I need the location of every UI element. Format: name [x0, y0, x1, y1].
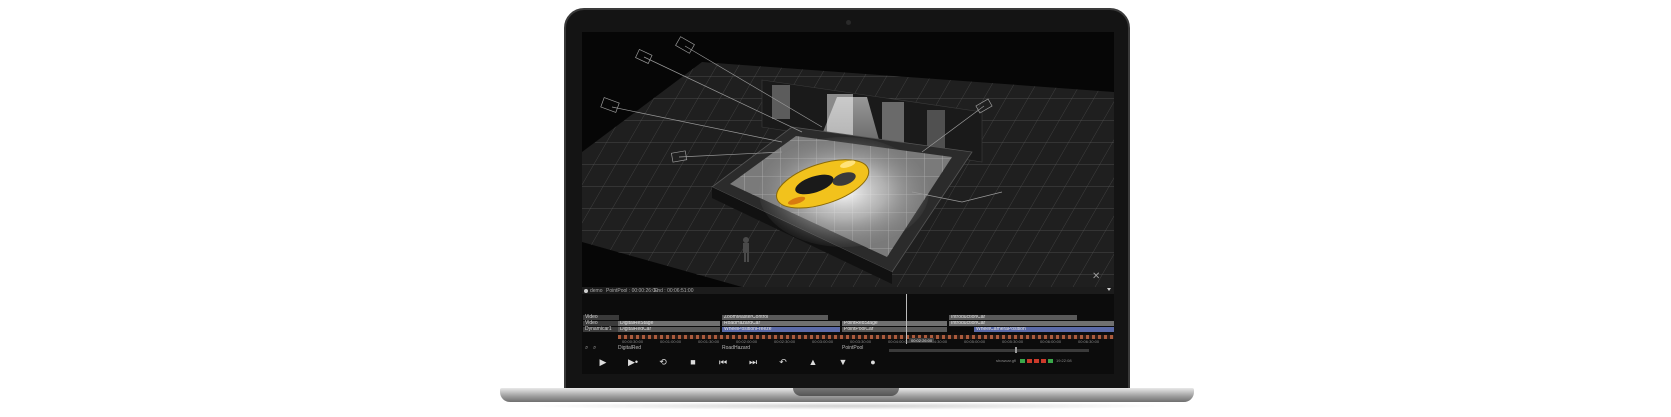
timeline-panel: demo PointPool : 00:00:26:00 End : 00:06… — [582, 287, 1114, 374]
ruler-tick: 00:04:00:00 — [888, 339, 910, 344]
clip[interactable]: ZoomMasterControl — [722, 315, 828, 320]
ruler-tick: 00:03:30:00 — [850, 339, 872, 344]
record-icon[interactable]: ● — [866, 355, 880, 369]
file-name: showcar.gfl — [996, 358, 1017, 363]
scene-render — [582, 32, 1114, 287]
clip[interactable]: PointPoolCar — [842, 327, 947, 332]
play-icon[interactable]: ▶ — [596, 355, 610, 369]
timeline-position: PointPool : 00:00:26:00 — [606, 287, 658, 294]
clip[interactable]: RoadHazardCar — [722, 321, 840, 326]
clip[interactable]: IntroductionCar — [949, 321, 1114, 326]
ruler-tick: 00:02:00:00 — [736, 339, 758, 344]
timeline-end: End : 00:06:51:00 — [654, 287, 694, 294]
status-indicator — [1020, 359, 1025, 363]
timeline-name: demo — [590, 287, 603, 294]
ruler-tick: 00:00:30:00 — [622, 339, 644, 344]
ruler-tick: 00:02:30:00 — [774, 339, 796, 344]
next-icon[interactable]: ⏭ — [746, 355, 760, 369]
camera-icon — [846, 20, 851, 25]
status-indicator — [1034, 359, 1039, 363]
zoom-in-icon[interactable]: ⌕ — [585, 345, 588, 352]
3d-viewport[interactable]: ✕ — [582, 32, 1114, 287]
ruler-tick: 00:05:30:00 — [1002, 339, 1024, 344]
clip[interactable]: PointRedStage — [842, 321, 947, 326]
ruler-tick: 00:05:00:00 — [964, 339, 986, 344]
status-indicator — [1027, 359, 1032, 363]
previous-icon[interactable]: ⏮ — [716, 355, 730, 369]
ruler-tick: 00:06:30:00 — [1078, 339, 1100, 344]
timeline-status-icon — [584, 288, 588, 293]
clock: 19:22:08 — [1056, 358, 1072, 363]
collapse-icon[interactable] — [1107, 288, 1111, 291]
status-indicator — [1048, 359, 1053, 363]
stop-icon[interactable]: ■ — [686, 355, 700, 369]
cue-label: DigitalRed — [618, 345, 642, 351]
clip[interactable]: WheelPositionFreeze — [722, 327, 840, 332]
play-to-next-icon[interactable]: ▶• — [626, 355, 640, 369]
timeline-header: demo PointPool : 00:00:26:00 End : 00:06… — [582, 287, 1114, 294]
loop-icon[interactable]: ⟲ — [656, 355, 670, 369]
scrub-bar[interactable] — [889, 349, 1089, 352]
cue-label: PointPool — [842, 345, 864, 351]
scrub-handle[interactable] — [1015, 347, 1017, 353]
track-label[interactable]: Dynamicar1 — [583, 327, 619, 332]
down-icon[interactable]: ▼ — [836, 355, 850, 369]
ruler-tick: 00:03:00:00 — [812, 339, 834, 344]
clip[interactable]: DigitalRedCar — [618, 327, 720, 332]
ruler-tick: 00:01:30:00 — [698, 339, 720, 344]
status-indicator — [1041, 359, 1046, 363]
current-time-badge: 00:02:26:00 — [909, 338, 935, 343]
up-icon[interactable]: ▲ — [806, 355, 820, 369]
clip[interactable]: DigitalReStage — [618, 321, 720, 326]
clip[interactable]: WheelCameraPosition — [974, 327, 1114, 332]
cue-label: RoadHazard — [722, 345, 751, 351]
app-screen: ✕ demo PointPool : 00:00:26:00 End : 00:… — [582, 32, 1114, 374]
laptop-notch — [793, 388, 899, 396]
close-icon[interactable]: ✕ — [1092, 271, 1100, 282]
laptop-shadow — [520, 402, 1174, 410]
ruler-tick: 00:01:00:00 — [660, 339, 682, 344]
playhead[interactable] — [906, 294, 907, 344]
ruler-tick: 00:06:00:00 — [1040, 339, 1062, 344]
clip[interactable]: IntroductionCar — [949, 315, 1077, 320]
laptop-mockup: ✕ demo PointPool : 00:00:26:00 End : 00:… — [0, 0, 1671, 417]
zoom-out-icon[interactable]: ⌕ — [593, 345, 596, 352]
undo-icon[interactable]: ↶ — [776, 355, 790, 369]
